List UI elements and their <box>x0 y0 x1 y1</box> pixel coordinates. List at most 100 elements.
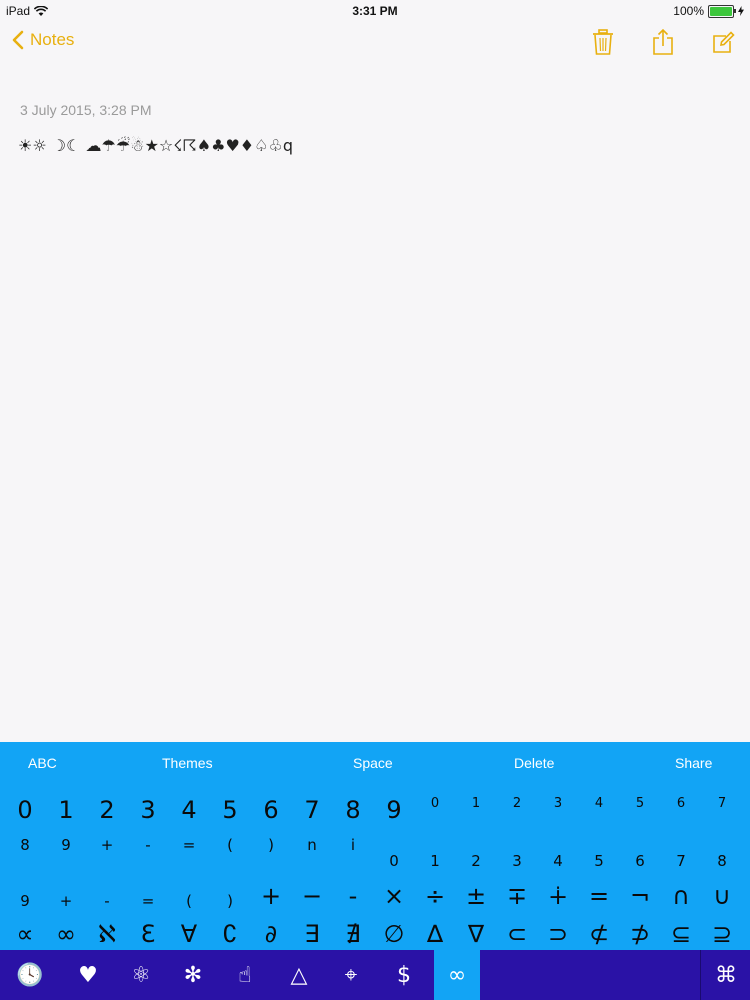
symbol-key[interactable]: = <box>174 838 204 853</box>
symbol-key[interactable]: ∁ <box>212 922 248 946</box>
symbol-key[interactable]: + <box>253 884 289 908</box>
symbol-key[interactable]: 1 <box>48 798 84 822</box>
symbol-key[interactable]: 0 <box>420 797 450 810</box>
category-tab-atom-icon[interactable]: ⚛ <box>116 950 166 1000</box>
symbol-key[interactable]: 1 <box>461 797 491 810</box>
symbol-key[interactable]: 3 <box>130 798 166 822</box>
command-icon: ⌘ <box>715 962 737 988</box>
symbol-key[interactable]: ⊆ <box>663 922 699 946</box>
symbol-key[interactable]: ÷ <box>417 884 453 908</box>
hand-icon: ☝ <box>238 962 252 988</box>
symbol-key[interactable]: ∝ <box>7 922 43 946</box>
category-tab-asterisk-icon[interactable]: ✻ <box>168 950 218 1000</box>
symbol-key[interactable]: 3 <box>502 854 532 869</box>
infinity-icon: ∞ <box>447 962 467 988</box>
symbol-key[interactable]: + <box>51 894 81 909</box>
symbol-key[interactable]: ± <box>458 884 494 908</box>
trash-icon[interactable] <box>590 28 616 56</box>
charging-bolt-icon <box>738 6 744 16</box>
symbol-key[interactable]: ℵ <box>89 922 125 946</box>
symbol-key[interactable]: 7 <box>707 797 737 810</box>
category-tab-command-icon[interactable]: ⌘ <box>701 950 750 1000</box>
symbol-key[interactable]: 9 <box>51 838 81 853</box>
status-bar: iPad 3:31 PM 100% <box>0 0 750 22</box>
space-button[interactable]: Space <box>353 755 393 771</box>
symbol-key[interactable]: 2 <box>461 854 491 869</box>
share-icon[interactable] <box>650 28 676 56</box>
symbol-key[interactable]: 4 <box>171 798 207 822</box>
symbol-key[interactable]: ∂ <box>253 922 289 946</box>
symbol-key[interactable]: 8 <box>707 854 737 869</box>
symbol-key[interactable]: 0 <box>7 798 43 822</box>
symbol-key[interactable]: ⊇ <box>704 922 740 946</box>
symbol-key[interactable]: = <box>581 884 617 908</box>
symbol-key[interactable]: - <box>335 884 371 908</box>
themes-button[interactable]: Themes <box>162 755 213 771</box>
symbol-key[interactable]: 1 <box>420 854 450 869</box>
chevron-left-icon <box>12 30 24 50</box>
abc-button[interactable]: ABC <box>28 755 57 771</box>
symbol-key[interactable]: ∇ <box>458 922 494 946</box>
symbol-key[interactable]: ∃ <box>294 922 330 946</box>
symbol-key[interactable]: - <box>133 838 163 853</box>
symbol-key[interactable]: 7 <box>294 798 330 822</box>
symbol-key[interactable]: 8 <box>10 838 40 853</box>
symbol-key[interactable]: n <box>297 838 327 853</box>
symbol-key[interactable]: 3 <box>543 797 573 810</box>
delete-button[interactable]: Delete <box>514 755 554 771</box>
symbol-key[interactable]: 9 <box>376 798 412 822</box>
symbol-key[interactable]: ∅ <box>376 922 412 946</box>
symbol-key[interactable]: 2 <box>89 798 125 822</box>
symbol-key[interactable]: ∆ <box>417 922 453 946</box>
symbol-key[interactable]: ( <box>174 894 204 909</box>
symbol-key[interactable]: + <box>92 838 122 853</box>
symbol-key[interactable]: ) <box>215 894 245 909</box>
clock-time: 3:31 PM <box>352 4 398 18</box>
symbol-key[interactable]: ⊅ <box>622 922 658 946</box>
symbol-key[interactable]: 6 <box>666 797 696 810</box>
share-keyboard-button[interactable]: Share <box>675 755 712 771</box>
symbol-key[interactable]: ∪ <box>704 884 740 908</box>
symbol-key[interactable]: Ɛ <box>130 922 166 946</box>
symbol-key[interactable]: 5 <box>212 798 248 822</box>
symbol-key[interactable]: − <box>294 884 330 908</box>
symbol-key[interactable]: 4 <box>543 854 573 869</box>
category-tab-infinity-icon[interactable]: ∞ <box>434 950 480 1000</box>
symbol-key[interactable]: 8 <box>335 798 371 822</box>
category-tab-clock-icon[interactable]: 🕓 <box>5 950 55 1000</box>
note-body-text[interactable]: ☀☼ ☽☾ ☁☂☔☃★☆☇☈♠♣♥♦♤♧q <box>18 136 293 155</box>
back-to-notes-button[interactable]: Notes <box>12 30 74 50</box>
symbol-key[interactable]: ∄ <box>335 922 371 946</box>
symbol-key[interactable]: ∩ <box>663 884 699 908</box>
symbol-key[interactable]: ⊃ <box>540 922 576 946</box>
symbol-key[interactable]: ⊄ <box>581 922 617 946</box>
symbol-key[interactable]: 7 <box>666 854 696 869</box>
symbol-key[interactable]: i <box>338 838 368 853</box>
category-tab-hand-icon[interactable]: ☝ <box>220 950 270 1000</box>
symbol-key[interactable]: 4 <box>584 797 614 810</box>
symbol-key[interactable]: ∓ <box>499 884 535 908</box>
symbol-key[interactable]: ∔ <box>540 884 576 908</box>
clock-icon: 🕓 <box>16 962 44 988</box>
symbol-key[interactable]: 2 <box>502 797 532 810</box>
symbol-key[interactable]: - <box>92 894 122 909</box>
category-tab-triangle-icon[interactable]: △ <box>274 950 324 1000</box>
category-tab-dollar-icon[interactable]: $ <box>379 950 429 1000</box>
symbol-key[interactable]: 5 <box>625 797 655 810</box>
symbol-key[interactable]: ) <box>256 838 286 853</box>
symbol-key[interactable]: ⊂ <box>499 922 535 946</box>
symbol-key[interactable]: ¬ <box>622 884 658 908</box>
symbol-key[interactable]: 6 <box>253 798 289 822</box>
symbol-key[interactable]: 0 <box>379 854 409 869</box>
category-tab-crosshair-icon[interactable]: ⌖ <box>326 950 376 1000</box>
symbol-key[interactable]: 9 <box>10 894 40 909</box>
symbol-key[interactable]: ∀ <box>171 922 207 946</box>
symbol-key[interactable]: ∞ <box>48 922 84 946</box>
category-tab-heart-icon[interactable]: ♥ <box>63 950 113 1000</box>
symbol-key[interactable]: = <box>133 894 163 909</box>
symbol-key[interactable]: ( <box>215 838 245 853</box>
symbol-key[interactable]: 5 <box>584 854 614 869</box>
symbol-key[interactable]: 6 <box>625 854 655 869</box>
compose-icon[interactable] <box>710 28 736 56</box>
symbol-key[interactable]: × <box>376 884 412 908</box>
